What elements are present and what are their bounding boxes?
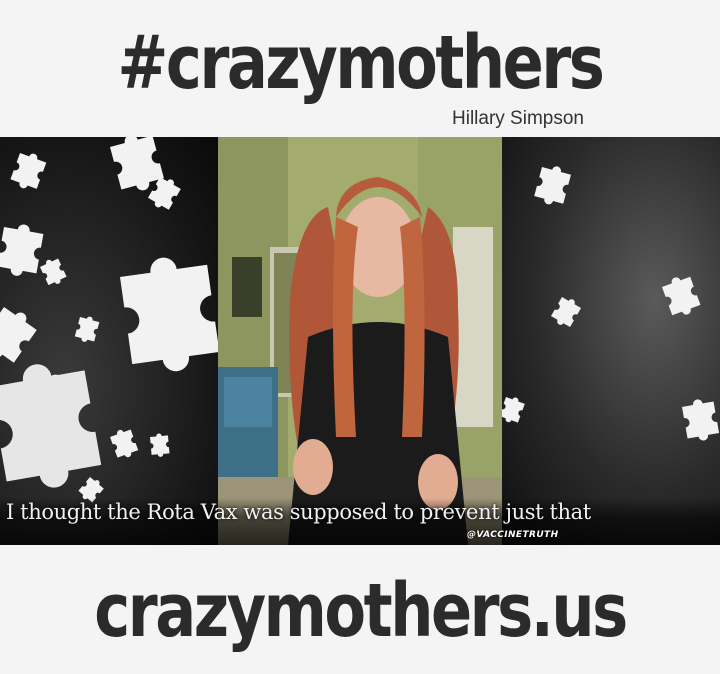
- puzzle-pieces-left: [0, 137, 218, 505]
- byline-name: Hillary Simpson: [452, 108, 584, 129]
- video-caption: I thought the Rota Vax was supposed to p…: [6, 500, 591, 524]
- right-puzzle-panel: [502, 137, 720, 545]
- left-puzzle-panel: [0, 137, 218, 545]
- hashtag-title: #crazymothers: [117, 20, 605, 106]
- video-scene: [218, 137, 502, 545]
- video-frame: [218, 137, 502, 545]
- website-url: crazymothers.us: [94, 568, 628, 654]
- watermark-handle: @VACCINETRUTH: [467, 530, 559, 540]
- puzzle-pieces-right: [502, 162, 720, 444]
